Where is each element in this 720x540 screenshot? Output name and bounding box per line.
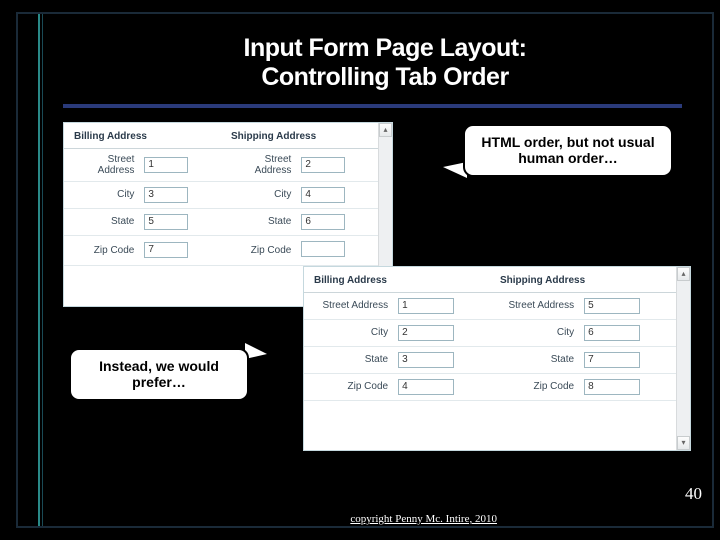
col-header-shipping: Shipping Address	[490, 267, 676, 293]
label-zip: Zip Code	[64, 235, 138, 265]
page-number: 40	[685, 484, 702, 504]
billing-state-input[interactable]: 3	[398, 352, 454, 368]
scroll-up-icon[interactable]: ▴	[379, 123, 392, 137]
label-state: State	[221, 208, 295, 235]
shipping-state-input[interactable]: 6	[301, 214, 345, 230]
shipping-street-input[interactable]: 5	[584, 298, 640, 314]
scrollbar[interactable]: ▴ ▾	[676, 267, 690, 450]
callout-text: HTML order, but not usual human order…	[481, 134, 654, 167]
label-street: Street Address	[221, 148, 295, 181]
form-example-2: ▴ ▾ Billing Address Shipping Address Str…	[303, 266, 691, 451]
address-table-2: Billing Address Shipping Address Street …	[304, 267, 676, 401]
shipping-city-input[interactable]: 4	[301, 187, 345, 203]
label-city: City	[64, 181, 138, 208]
label-city: City	[304, 319, 392, 346]
billing-street-input[interactable]: 1	[398, 298, 454, 314]
scroll-up-icon[interactable]: ▴	[677, 267, 690, 281]
label-zip: Zip Code	[490, 373, 578, 400]
accent-line-2	[42, 14, 43, 526]
billing-state-input[interactable]: 5	[144, 214, 188, 230]
shipping-zip-input[interactable]	[301, 241, 345, 257]
billing-city-input[interactable]: 3	[144, 187, 188, 203]
billing-zip-input[interactable]: 7	[144, 242, 188, 258]
accent-line	[38, 14, 40, 526]
label-zip: Zip Code	[304, 373, 392, 400]
title-line-1: Input Form Page Layout:	[244, 34, 527, 62]
callout-html-order: HTML order, but not usual human order…	[463, 124, 673, 178]
label-state: State	[64, 208, 138, 235]
label-street: Street Address	[304, 292, 392, 319]
label-zip: Zip Code	[221, 235, 295, 265]
billing-city-input[interactable]: 2	[398, 325, 454, 341]
title-line-2: Controlling Tab Order	[261, 63, 508, 91]
scroll-down-icon[interactable]: ▾	[677, 436, 690, 450]
label-street: Street Address	[490, 292, 578, 319]
shipping-city-input[interactable]: 6	[584, 325, 640, 341]
slide-content: ▴ ▾ Billing Address Shipping Address Str…	[63, 108, 712, 488]
col-header-billing: Billing Address	[304, 267, 490, 293]
label-city: City	[490, 319, 578, 346]
col-header-billing: Billing Address	[64, 123, 221, 149]
shipping-street-input[interactable]: 2	[301, 157, 345, 173]
label-state: State	[304, 346, 392, 373]
label-street: Street Address	[64, 148, 138, 181]
shipping-state-input[interactable]: 7	[584, 352, 640, 368]
label-city: City	[221, 181, 295, 208]
slide-title: Input Form Page Layout: Controlling Tab …	[18, 14, 712, 100]
address-table-1: Billing Address Shipping Address Street …	[64, 123, 378, 266]
callout-text: Instead, we would prefer…	[99, 358, 219, 391]
slide-frame: Input Form Page Layout: Controlling Tab …	[16, 12, 714, 528]
shipping-zip-input[interactable]: 8	[584, 379, 640, 395]
col-header-shipping: Shipping Address	[221, 123, 378, 149]
label-state: State	[490, 346, 578, 373]
callout-preferred: Instead, we would prefer…	[69, 348, 249, 402]
copyright-text: copyright Penny Mc. Intire, 2010	[350, 513, 497, 525]
billing-zip-input[interactable]: 4	[398, 379, 454, 395]
billing-street-input[interactable]: 1	[144, 157, 188, 173]
